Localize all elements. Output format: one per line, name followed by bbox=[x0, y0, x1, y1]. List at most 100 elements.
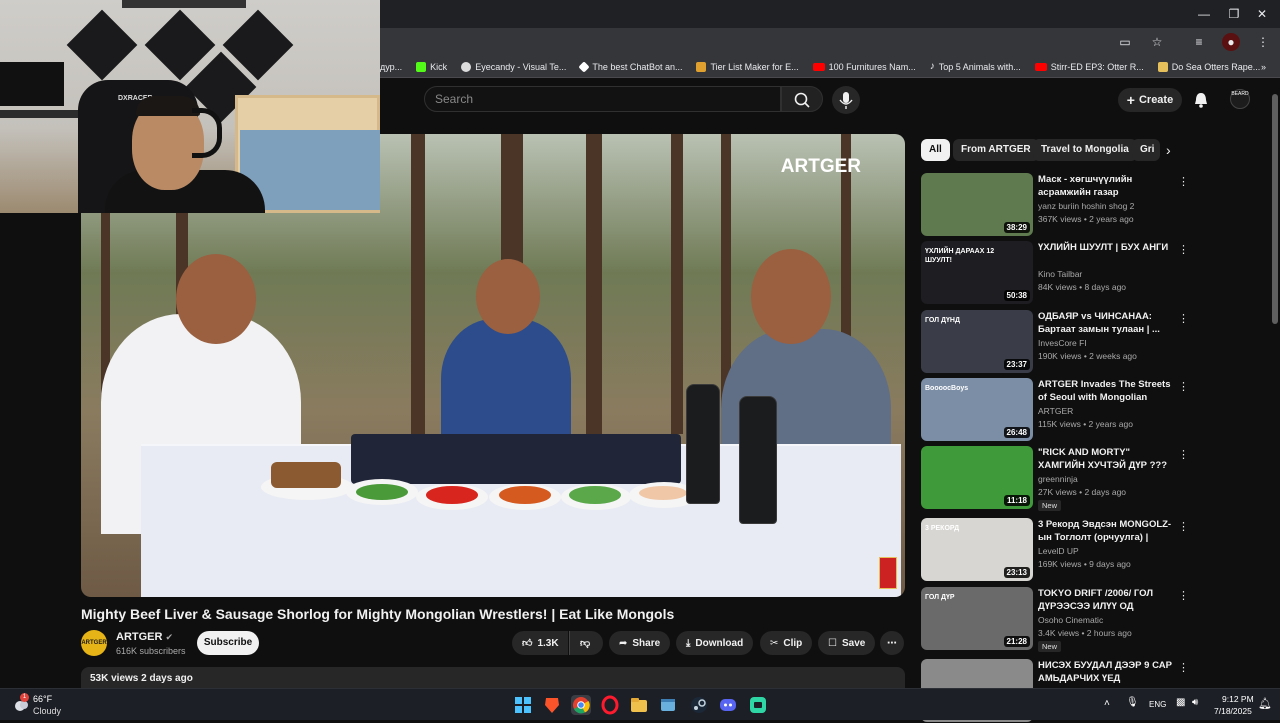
recommended-channel[interactable]: Osoho Cinematic bbox=[1038, 615, 1103, 625]
weather-cloud-icon[interactable]: 1 bbox=[12, 693, 30, 713]
more-bookmarks-icon[interactable]: » bbox=[1261, 62, 1266, 72]
recommended-video[interactable]: ГОЛ ДҮНД 23:37 ОДБАЯР vs ЧИНСАНАА: Бартаат… bbox=[921, 310, 1189, 374]
media-controls-icon[interactable]: ≡ bbox=[1190, 33, 1208, 51]
more-actions-button[interactable]: ⋯ bbox=[880, 631, 904, 655]
more-vertical-icon[interactable]: ⋮ bbox=[1178, 520, 1189, 533]
chip-partial[interactable]: Gri bbox=[1132, 139, 1160, 161]
browser-menu-icon[interactable]: ⋮ bbox=[1254, 33, 1272, 51]
windows-start-icon[interactable] bbox=[513, 695, 533, 715]
bookmark-item[interactable]: ♪ Top 5 Animals with... bbox=[930, 61, 1021, 72]
microphone-tray-icon[interactable]: 🎙︎ bbox=[1126, 697, 1139, 708]
page-scrollbar[interactable] bbox=[1270, 82, 1280, 688]
clock-time[interactable]: 9:12 PM bbox=[1222, 694, 1254, 704]
video-thumbnail[interactable]: 11:18 bbox=[921, 446, 1033, 509]
recommended-video[interactable]: BoooocBoys 26:48 ARTGER Invades The Street… bbox=[921, 378, 1189, 442]
bookmark-star-icon[interactable]: ☆ bbox=[1148, 33, 1166, 51]
dislike-button[interactable]: 👎︎ bbox=[569, 631, 603, 655]
bookmark-item[interactable]: Do Sea Otters Rape... bbox=[1157, 61, 1260, 72]
thumbs-down-icon: 👎︎ bbox=[580, 638, 591, 649]
minimize-icon[interactable]: — bbox=[1194, 6, 1214, 22]
chip-travel-to-mongolia[interactable]: Travel to Mongolia bbox=[1033, 139, 1137, 161]
app-window-icon[interactable] bbox=[658, 695, 678, 715]
recommended-title[interactable]: ARTGER Invades The Streets of Seoul with… bbox=[1038, 378, 1174, 404]
recommended-channel[interactable]: ARTGER bbox=[1038, 406, 1073, 416]
recommended-channel[interactable]: yanz buriin hoshin shog 2 bbox=[1038, 201, 1134, 211]
recommended-video[interactable]: 38:29 Маск - хөгшчүүлийн асрамжийн газар y… bbox=[921, 173, 1189, 237]
scrollbar-thumb[interactable] bbox=[1272, 94, 1278, 324]
chat-app-icon[interactable] bbox=[748, 695, 768, 715]
recommended-title[interactable]: Маск - хөгшчүүлийн асрамжийн газар bbox=[1038, 173, 1174, 199]
more-vertical-icon[interactable]: ⋮ bbox=[1178, 448, 1189, 461]
voice-search-button[interactable] bbox=[832, 86, 860, 114]
file-explorer-icon[interactable] bbox=[629, 695, 649, 715]
chrome-icon[interactable] bbox=[571, 695, 591, 715]
video-thumbnail[interactable]: ҮХЛИЙН ДАРААХ 12 ШУУЛТ! 50:38 bbox=[921, 241, 1033, 304]
video-thumbnail[interactable]: ГОЛ ДҮНД 23:37 bbox=[921, 310, 1033, 373]
network-icon[interactable]: ▩ bbox=[1176, 697, 1185, 708]
recommended-video[interactable]: 11:18 "RICK AND MORTY" ХАМГИЙН ХУЧТЭЙ ДҮР… bbox=[921, 446, 1189, 511]
notification-center-icon[interactable]: 🔔︎ bbox=[1258, 697, 1272, 710]
video-thumbnail[interactable]: ГОЛ ДҮР 21:28 bbox=[921, 587, 1033, 650]
recommended-title[interactable]: "RICK AND MORTY" ХАМГИЙН ХУЧТЭЙ ДҮР ??? bbox=[1038, 446, 1174, 472]
steam-icon[interactable] bbox=[689, 695, 709, 715]
recommended-title[interactable]: ОДБАЯР vs ЧИНСАНАА: Бартаат замын тулаан… bbox=[1038, 310, 1174, 336]
create-button[interactable]: + Create bbox=[1118, 88, 1182, 112]
bookmark-item[interactable]: The best ChatBot an... bbox=[578, 60, 682, 73]
bookmark-item[interactable]: Eyecandy - Visual Te... bbox=[461, 61, 566, 72]
brave-browser-icon[interactable] bbox=[542, 695, 562, 715]
video-thumbnail[interactable]: 38:29 bbox=[921, 173, 1033, 236]
recommended-video[interactable]: 3 РЕКОРД 23:13 3 Рекорд Эвдсэн MONGOLZ-ын … bbox=[921, 518, 1189, 582]
bookmark-item[interactable]: Tier List Maker for E... bbox=[696, 61, 799, 72]
clock-date[interactable]: 7/18/2025 bbox=[1214, 706, 1252, 716]
save-button[interactable]: ☐ Save bbox=[818, 631, 876, 655]
account-avatar[interactable]: BEARD bbox=[1230, 89, 1250, 109]
like-button[interactable]: 👍︎ 1.3K bbox=[512, 631, 568, 655]
recommended-channel[interactable]: Kino Tailbar bbox=[1038, 269, 1082, 279]
channel-avatar[interactable]: ARTGER bbox=[81, 630, 107, 656]
recommended-title[interactable]: 3 Рекорд Эвдсэн MONGOLZ-ын Тоглолт (орчу… bbox=[1038, 518, 1174, 544]
volume-icon[interactable]: 🔊︎ bbox=[1192, 697, 1198, 708]
more-vertical-icon[interactable]: ⋮ bbox=[1178, 380, 1189, 393]
more-vertical-icon[interactable]: ⋮ bbox=[1178, 175, 1189, 188]
close-icon[interactable]: ✕ bbox=[1252, 6, 1272, 22]
share-icon: ➦ bbox=[619, 637, 628, 649]
chip-all[interactable]: All bbox=[921, 139, 950, 161]
notifications-bell-icon[interactable] bbox=[1192, 91, 1210, 109]
description-box[interactable]: 53K views 2 days ago bbox=[81, 667, 905, 689]
language-indicator[interactable]: ENG bbox=[1149, 700, 1166, 709]
more-vertical-icon[interactable]: ⋮ bbox=[1178, 661, 1189, 674]
download-button[interactable]: ⤓ Download bbox=[676, 631, 754, 655]
recommended-title[interactable]: ҮХЛИЙН ШУУЛТ | БУХ АНГИ bbox=[1038, 241, 1174, 254]
chevron-right-icon[interactable]: › bbox=[1166, 142, 1171, 158]
recommended-channel[interactable]: LevelD UP bbox=[1038, 546, 1079, 556]
recommended-title[interactable]: TOKYO DRIFT /2006/ ГОЛ ДҮРЭЭСЭЭ ИЛҮҮ ОД … bbox=[1038, 587, 1174, 613]
recommended-channel[interactable]: InvesCore FI bbox=[1038, 338, 1087, 348]
recommended-video[interactable]: ҮХЛИЙН ДАРААХ 12 ШУУЛТ! 50:38 ҮХЛИЙН ШУУЛТ… bbox=[921, 241, 1189, 305]
chip-from-artger[interactable]: From ARTGER bbox=[953, 139, 1039, 161]
video-thumbnail[interactable]: 3 РЕКОРД 23:13 bbox=[921, 518, 1033, 581]
tray-chevron-up-icon[interactable]: ˄ bbox=[1104, 698, 1110, 709]
recommended-title[interactable]: НИСЭХ БУУДАЛ ДЭЭР 9 САР АМЬДАРЧИХ ҮЕД bbox=[1038, 659, 1174, 685]
video-thumbnail[interactable]: BoooocBoys 26:48 bbox=[921, 378, 1033, 441]
share-button[interactable]: ➦ Share bbox=[609, 631, 671, 655]
like-count: 1.3K bbox=[537, 637, 559, 649]
bookmark-item[interactable]: Stirr-ED EP3: Otter R... bbox=[1034, 62, 1144, 72]
clip-button[interactable]: ✂ Clip bbox=[760, 631, 813, 655]
more-vertical-icon[interactable]: ⋮ bbox=[1178, 312, 1189, 325]
discord-icon[interactable] bbox=[718, 695, 738, 715]
more-vertical-icon[interactable]: ⋮ bbox=[1178, 243, 1189, 256]
recommended-channel[interactable]: greenninja bbox=[1038, 474, 1078, 484]
bookmark-item[interactable]: Kick bbox=[416, 61, 447, 72]
bookmark-item[interactable]: 100 Furnitures Nam... bbox=[812, 62, 916, 72]
restore-icon[interactable]: ❐ bbox=[1224, 6, 1244, 22]
search-button[interactable] bbox=[781, 86, 823, 112]
more-vertical-icon[interactable]: ⋮ bbox=[1178, 589, 1189, 602]
subscribe-button[interactable]: Subscribe bbox=[197, 631, 259, 655]
profile-avatar-icon[interactable]: ● bbox=[1222, 33, 1240, 51]
bookmark-item[interactable]: дур... bbox=[380, 62, 402, 72]
opera-icon[interactable] bbox=[600, 695, 620, 715]
install-app-icon[interactable]: ▭ bbox=[1116, 33, 1134, 51]
channel-name[interactable]: ARTGER ✔ bbox=[116, 631, 173, 643]
search-input[interactable]: Search bbox=[424, 86, 781, 112]
recommended-video[interactable]: ГОЛ ДҮР 21:28 TOKYO DRIFT /2006/ ГОЛ ДҮРЭЭ… bbox=[921, 587, 1189, 652]
